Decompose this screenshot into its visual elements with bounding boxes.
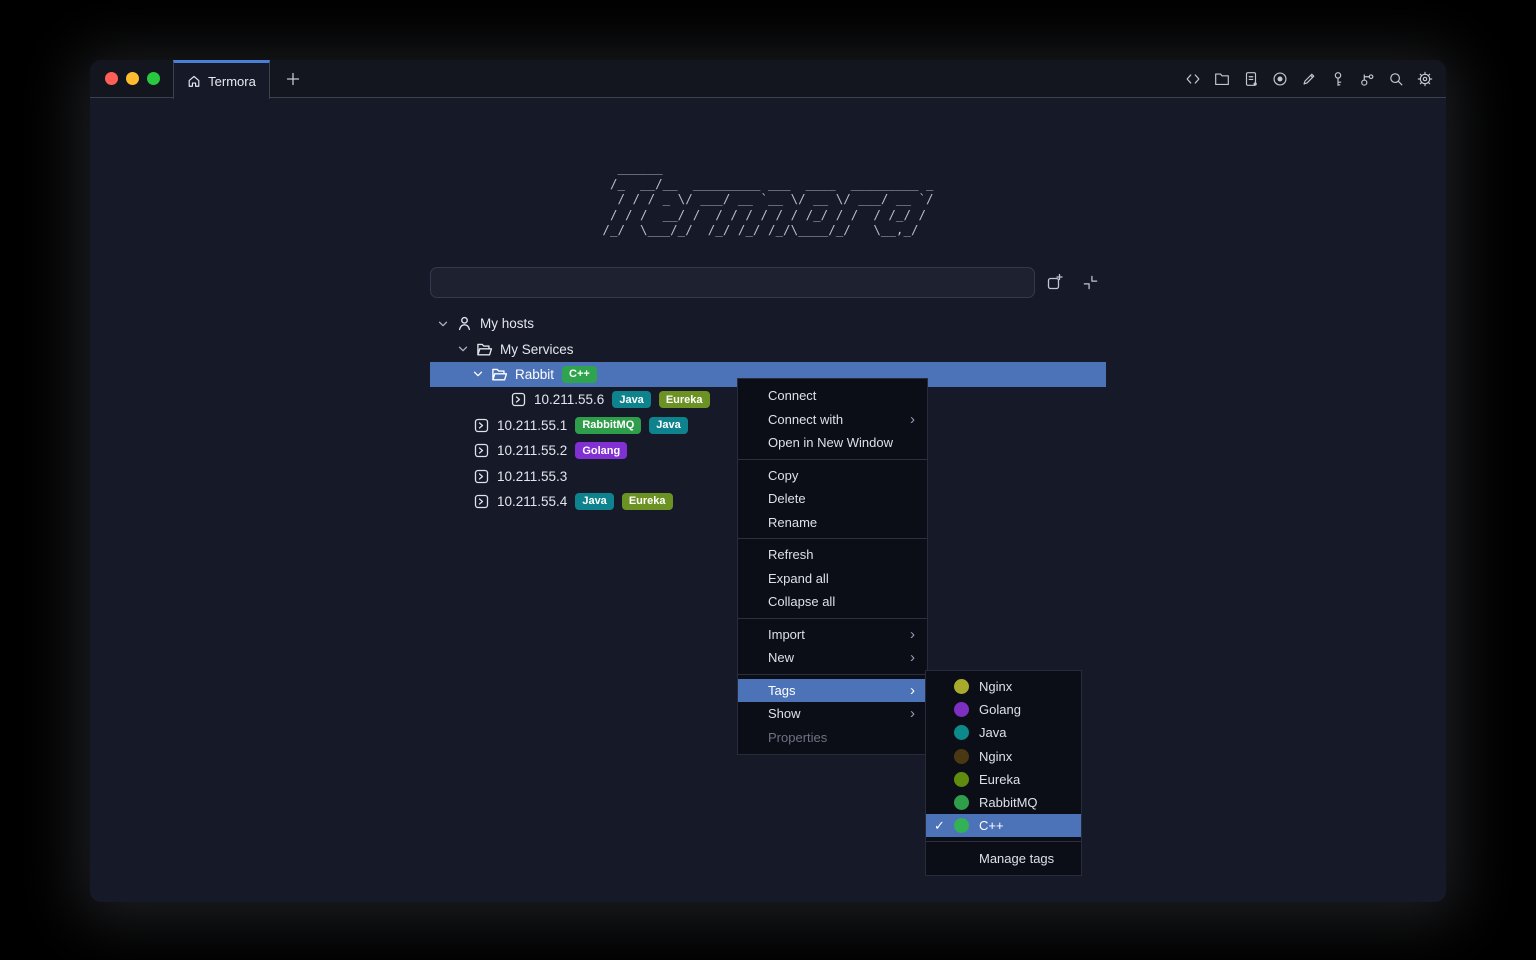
code-icon[interactable] <box>1184 70 1202 88</box>
tree-label: Rabbit <box>515 367 554 382</box>
close-button[interactable] <box>105 72 118 85</box>
tree-label: My Services <box>500 342 574 357</box>
app-window: Termora ______ /_ __/__ _________ ___ __… <box>90 60 1446 902</box>
menu-item-open-in-new-window[interactable]: Open in New Window <box>738 431 927 455</box>
chevron-down-icon[interactable] <box>472 368 484 380</box>
collapse-all-icon[interactable] <box>1081 273 1101 293</box>
traffic-lights <box>105 72 160 85</box>
tree-label: My hosts <box>480 316 534 331</box>
tag-color-dot <box>954 725 969 740</box>
menu-item-show[interactable]: Show› <box>738 702 927 726</box>
menu-item-connect-with[interactable]: Connect with› <box>738 408 927 432</box>
tree-row-my-services[interactable]: My Services <box>430 336 1106 361</box>
home-icon <box>187 74 201 88</box>
tag-option[interactable]: Nginx <box>926 745 1081 768</box>
tag-badge: C++ <box>562 366 597 383</box>
terminal-host-icon <box>473 493 490 510</box>
tree-row-my-hosts[interactable]: My hosts <box>430 311 1106 336</box>
key-icon[interactable] <box>1329 70 1347 88</box>
search-icon[interactable] <box>1387 70 1405 88</box>
terminal-host-icon <box>473 468 490 485</box>
menu-item-refresh[interactable]: Refresh <box>738 543 927 567</box>
submenu-arrow-icon: › <box>910 706 915 721</box>
minimize-button[interactable] <box>126 72 139 85</box>
tag-option[interactable]: Nginx <box>926 675 1081 698</box>
tag-color-dot <box>954 818 969 833</box>
toolbar <box>1184 60 1434 98</box>
menu-item-expand-all[interactable]: Expand all <box>738 567 927 591</box>
tree-label: 10.211.55.4 <box>497 494 567 509</box>
tag-option[interactable]: Eureka <box>926 768 1081 791</box>
menu-item-connect[interactable]: Connect <box>738 384 927 408</box>
log-icon[interactable] <box>1242 70 1260 88</box>
chevron-down-icon[interactable] <box>437 318 449 330</box>
tag-option[interactable]: Java <box>926 721 1081 744</box>
menu-separator <box>926 841 1081 842</box>
folder-icon[interactable] <box>1213 70 1231 88</box>
add-host-icon[interactable] <box>1045 272 1065 292</box>
tag-badge: Eureka <box>622 493 673 510</box>
tag-badge: Eureka <box>659 391 710 408</box>
tag-option-checked[interactable]: ✓C++ <box>926 814 1081 837</box>
tree-label: 10.211.55.2 <box>497 443 567 458</box>
menu-separator <box>738 459 927 460</box>
terminal-host-icon <box>473 442 490 459</box>
tag-option[interactable]: RabbitMQ <box>926 791 1081 814</box>
menu-item-properties: Properties <box>738 726 927 750</box>
tree-label: 10.211.55.1 <box>497 418 567 433</box>
record-icon[interactable] <box>1271 70 1289 88</box>
tag-badge: Java <box>612 391 650 408</box>
tag-color-dot <box>954 679 969 694</box>
menu-item-new[interactable]: New› <box>738 646 927 670</box>
context-menu: Connect Connect with› Open in New Window… <box>737 378 928 755</box>
checkmark-icon: ✓ <box>934 818 954 834</box>
submenu-arrow-icon: › <box>910 412 915 427</box>
edit-icon[interactable] <box>1300 70 1318 88</box>
titlebar: Termora <box>90 60 1446 98</box>
search-input[interactable] <box>430 267 1035 298</box>
submenu-arrow-icon: › <box>910 683 915 698</box>
tags-submenu: Nginx Golang Java Nginx Eureka RabbitMQ … <box>925 670 1082 876</box>
settings-gear-icon[interactable] <box>1416 70 1434 88</box>
tab-termora[interactable]: Termora <box>173 60 270 99</box>
plus-icon <box>285 71 301 87</box>
tag-badge: Golang <box>575 442 627 459</box>
keychain-icon[interactable] <box>1358 70 1376 88</box>
menu-item-delete[interactable]: Delete <box>738 487 927 511</box>
menu-item-tags[interactable]: Tags› <box>738 679 927 703</box>
menu-separator <box>738 618 927 619</box>
ascii-art: ______ /_ __/__ _________ ___ ____ _____… <box>602 160 933 238</box>
user-icon <box>456 315 473 332</box>
menu-item-copy[interactable]: Copy <box>738 464 927 488</box>
tree-label: 10.211.55.3 <box>497 469 567 484</box>
tag-option[interactable]: Golang <box>926 698 1081 721</box>
menu-separator <box>738 674 927 675</box>
ascii-banner: ______ /_ __/__ _________ ___ ____ _____… <box>90 160 1446 238</box>
tag-color-dot <box>954 772 969 787</box>
new-tab-button[interactable] <box>280 66 306 92</box>
terminal-host-icon <box>510 391 527 408</box>
menu-item-import[interactable]: Import› <box>738 623 927 647</box>
terminal-host-icon <box>473 417 490 434</box>
tag-badge: Java <box>649 417 687 434</box>
manage-tags-button[interactable]: Manage tags <box>926 846 1081 871</box>
tag-color-dot <box>954 749 969 764</box>
menu-separator <box>738 538 927 539</box>
folder-open-icon <box>476 341 493 358</box>
menu-item-rename[interactable]: Rename <box>738 511 927 535</box>
tag-badge: Java <box>575 493 613 510</box>
zoom-button[interactable] <box>147 72 160 85</box>
menu-item-collapse-all[interactable]: Collapse all <box>738 590 927 614</box>
chevron-down-icon[interactable] <box>457 343 469 355</box>
tag-color-dot <box>954 702 969 717</box>
tree-label: 10.211.55.6 <box>534 392 604 407</box>
tag-badge: RabbitMQ <box>575 417 641 434</box>
tag-color-dot <box>954 795 969 810</box>
folder-open-icon <box>491 366 508 383</box>
submenu-arrow-icon: › <box>910 627 915 642</box>
tab-label: Termora <box>208 74 256 89</box>
submenu-arrow-icon: › <box>910 650 915 665</box>
